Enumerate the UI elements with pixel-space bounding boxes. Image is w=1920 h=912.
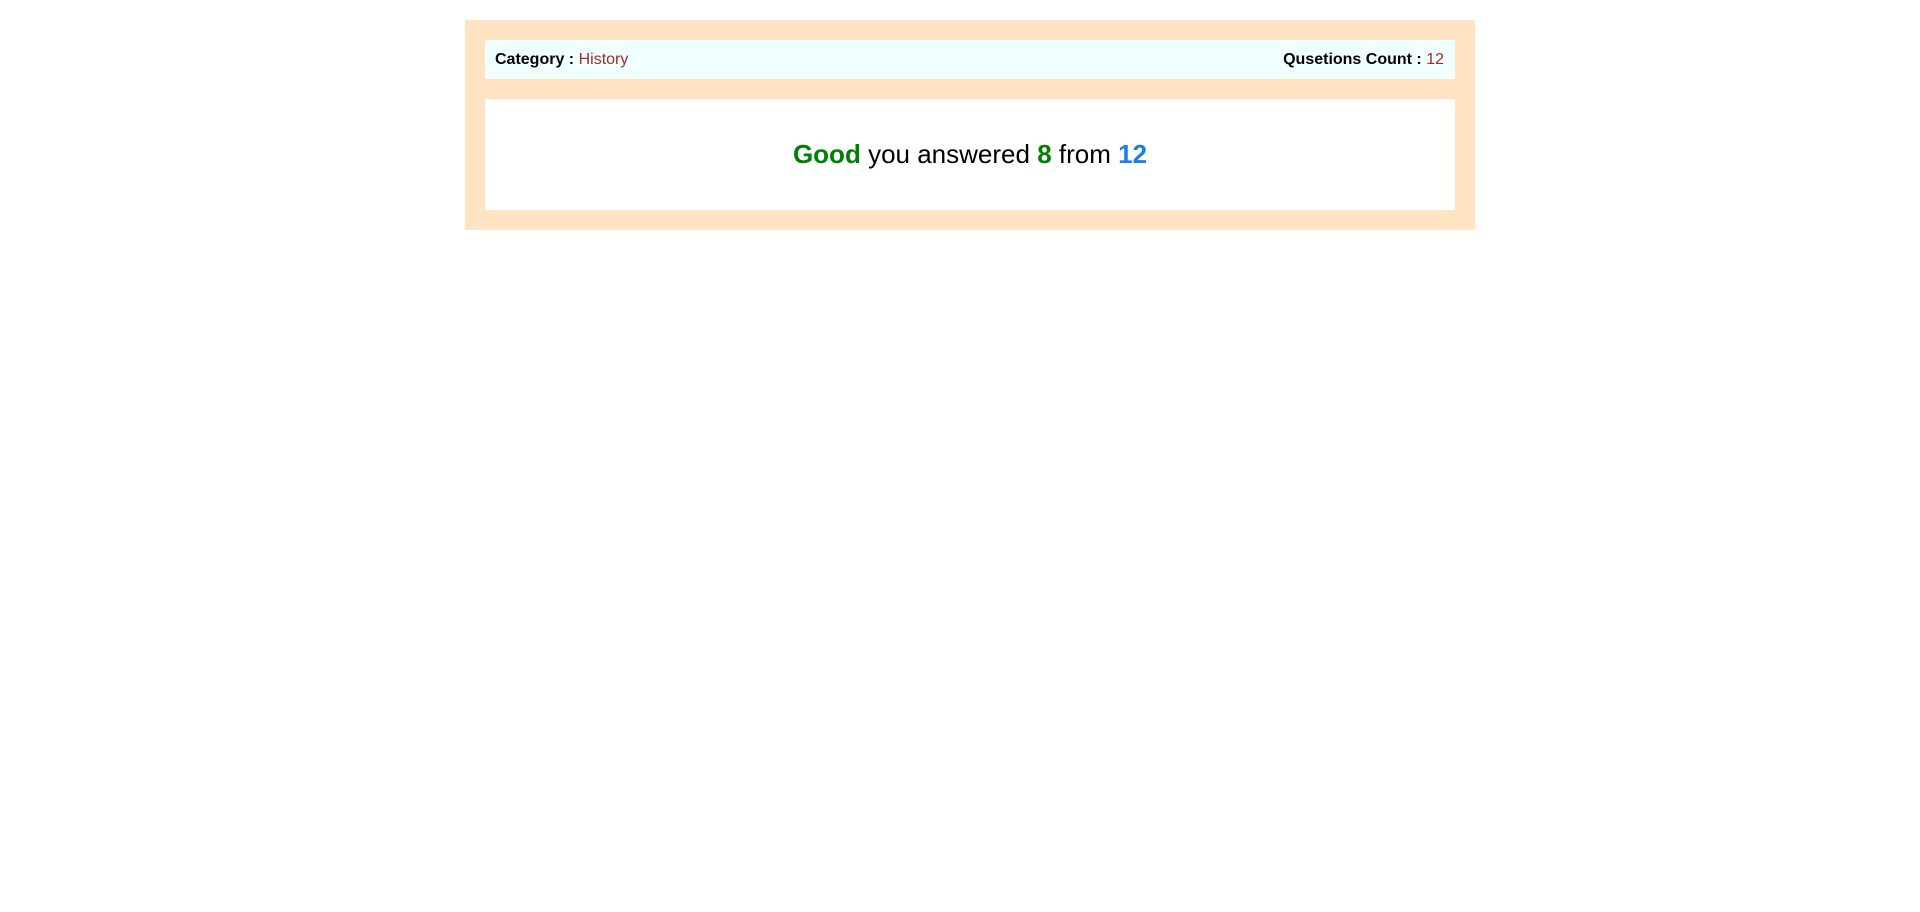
category-label: Category : [495,50,575,68]
correct-answers-count: 8 [1037,139,1052,169]
category-info: Category : History [495,51,628,69]
total-questions-count: 12 [1118,139,1148,169]
result-rating: Good [792,139,861,169]
questions-count-label: Qusetions Count : [1283,50,1422,68]
quiz-info-bar: Category : History Qusetions Count : 12 [485,40,1455,79]
result-text-from: from [1058,139,1111,169]
questions-count-info: Qusetions Count : 12 [1283,51,1444,69]
result-box: Good you answered 8 from 12 [485,99,1455,210]
result-message: Good you answered 8 from 12 [793,139,1147,170]
quiz-result-container: Category : History Qusetions Count : 12 … [465,20,1475,230]
category-value: History [578,50,629,68]
result-text-answered: you answered [868,139,1030,169]
questions-count-value: 12 [1426,50,1444,68]
